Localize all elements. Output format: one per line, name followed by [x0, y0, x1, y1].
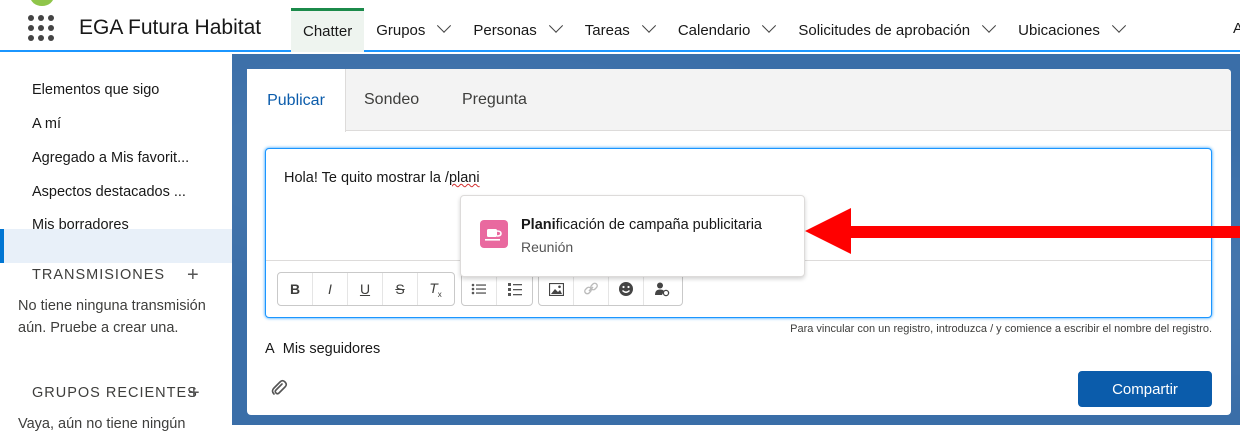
nav-item-label: Tareas	[584, 21, 630, 39]
app-name: EGA Futura Habitat	[79, 16, 262, 39]
emoji-button[interactable]	[609, 273, 644, 305]
chevron-down-icon[interactable]	[641, 18, 656, 33]
paperclip-icon[interactable]	[270, 379, 288, 397]
tab-label: Publicar	[267, 91, 325, 109]
nav-item-overflow[interactable]: A	[1233, 20, 1240, 37]
editor-typed-query: plani	[448, 170, 480, 186]
clear-format-icon: Tx	[429, 279, 442, 299]
strikethrough-icon: S	[395, 281, 405, 297]
clear-format-button[interactable]: Tx	[418, 273, 453, 305]
nav-item-label: Personas	[473, 21, 537, 39]
image-icon	[548, 282, 564, 296]
text-format-group: B I U S Tx	[277, 272, 455, 306]
nav-item-label: Calendario	[677, 21, 751, 39]
suggestion-title: Planificación de campaña publicitaria	[521, 217, 762, 233]
mention-button[interactable]	[644, 273, 679, 305]
chevron-down-icon[interactable]	[548, 18, 563, 33]
tab-label: Pregunta	[462, 91, 527, 108]
nav-item-personas[interactable]: Personas	[461, 8, 572, 52]
link-button[interactable]	[574, 273, 609, 305]
bullet-list-button[interactable]	[462, 273, 497, 305]
grupos-recientes-heading: GRUPOS RECIENTES	[32, 385, 198, 401]
underline-button[interactable]: U	[348, 273, 383, 305]
post-editor-text[interactable]: Hola! Te quito mostrar la /plani	[284, 170, 480, 186]
add-transmision-plus-icon[interactable]: +	[187, 265, 199, 285]
tab-sondeo[interactable]: Sondeo	[364, 69, 419, 131]
publisher-tabs: Publicar Sondeo Pregunta	[247, 69, 1231, 132]
org-logo	[30, 0, 54, 6]
strikethrough-button[interactable]: S	[383, 273, 418, 305]
chevron-down-icon[interactable]	[762, 18, 777, 33]
nav-item-ubicaciones[interactable]: Ubicaciones	[1006, 8, 1136, 52]
audience-prefix: A	[265, 341, 275, 357]
chatter-sidebar: Elementos que sigo A mí Agregado a Mis f…	[0, 54, 232, 432]
share-button[interactable]: Compartir	[1078, 371, 1212, 407]
sidebar-item-favoritos[interactable]: Agregado a Mis favorit...	[32, 150, 189, 166]
italic-icon: I	[328, 281, 332, 297]
sidebar-active-indicator	[0, 229, 232, 263]
sidebar-item-mis-borradores[interactable]: Mis borradores	[32, 217, 129, 233]
audience-value: Mis seguidores	[282, 341, 381, 357]
smiley-icon	[619, 282, 633, 296]
nav-item-grupos[interactable]: Grupos	[364, 8, 461, 52]
meeting-cup-icon	[480, 220, 508, 248]
nav-item-label: Grupos	[376, 21, 426, 39]
app-launcher-icon[interactable]	[28, 15, 54, 41]
bold-icon: B	[289, 281, 301, 297]
image-button[interactable]	[539, 273, 574, 305]
audience-selector[interactable]: A Mis seguidores	[265, 341, 380, 357]
global-header: EGA Futura Habitat Chatter Grupos Person…	[0, 0, 1240, 52]
nav-item-label: Solicitudes de aprobación	[798, 21, 971, 39]
nav-item-label: Ubicaciones	[1018, 21, 1100, 39]
nav-bar: Chatter Grupos Personas Tareas Calendari…	[291, 8, 1136, 52]
tab-label: Sondeo	[364, 91, 420, 108]
numbered-list-button[interactable]	[497, 273, 532, 305]
transmisiones-empty-text: No tiene ninguna transmisión aún. Pruebe…	[18, 298, 206, 336]
chevron-down-icon[interactable]	[1111, 18, 1126, 33]
record-suggestion-dropdown[interactable]: Planificación de campaña publicitaria Re…	[460, 195, 805, 277]
editor-text-before: Hola! Te quito mostrar la	[284, 170, 445, 186]
tab-publicar[interactable]: Publicar	[247, 69, 346, 132]
bold-button[interactable]: B	[278, 273, 313, 305]
italic-button[interactable]: I	[313, 273, 348, 305]
nav-item-solicitudes[interactable]: Solicitudes de aprobación	[786, 8, 1006, 52]
sidebar-item-elementos-que-sigo[interactable]: Elementos que sigo	[32, 82, 159, 98]
nav-item-tareas[interactable]: Tareas	[573, 8, 666, 52]
add-grupo-plus-icon[interactable]: +	[188, 383, 200, 403]
numbered-list-icon	[507, 282, 522, 296]
suggestion-match: Plani	[521, 217, 556, 233]
underline-icon: U	[359, 281, 371, 297]
suggestion-rest: ficación de campaña publicitaria	[555, 217, 762, 233]
grupos-empty-text: Vaya, aún no tiene ningún	[18, 416, 186, 432]
insert-group	[538, 272, 683, 306]
suggestion-type: Reunión	[521, 239, 574, 255]
nav-item-calendario[interactable]: Calendario	[666, 8, 787, 52]
transmisiones-heading: TRANSMISIONES	[32, 267, 166, 283]
nav-item-chatter[interactable]: Chatter	[291, 8, 365, 52]
nav-item-label: Chatter	[303, 23, 353, 40]
chevron-down-icon[interactable]	[982, 18, 997, 33]
mention-user-icon	[654, 282, 669, 297]
list-group	[461, 272, 533, 306]
tab-pregunta[interactable]: Pregunta	[462, 69, 527, 131]
annotation-arrow-icon	[805, 208, 1240, 254]
bullet-list-icon	[471, 283, 486, 295]
link-icon	[584, 282, 598, 295]
sidebar-item-a-mi[interactable]: A mí	[32, 116, 61, 132]
sidebar-item-aspectos-destacados[interactable]: Aspectos destacados ...	[32, 184, 186, 200]
record-link-hint: Para vincular con un registro, introduzc…	[790, 323, 1212, 335]
chevron-down-icon[interactable]	[437, 18, 452, 33]
